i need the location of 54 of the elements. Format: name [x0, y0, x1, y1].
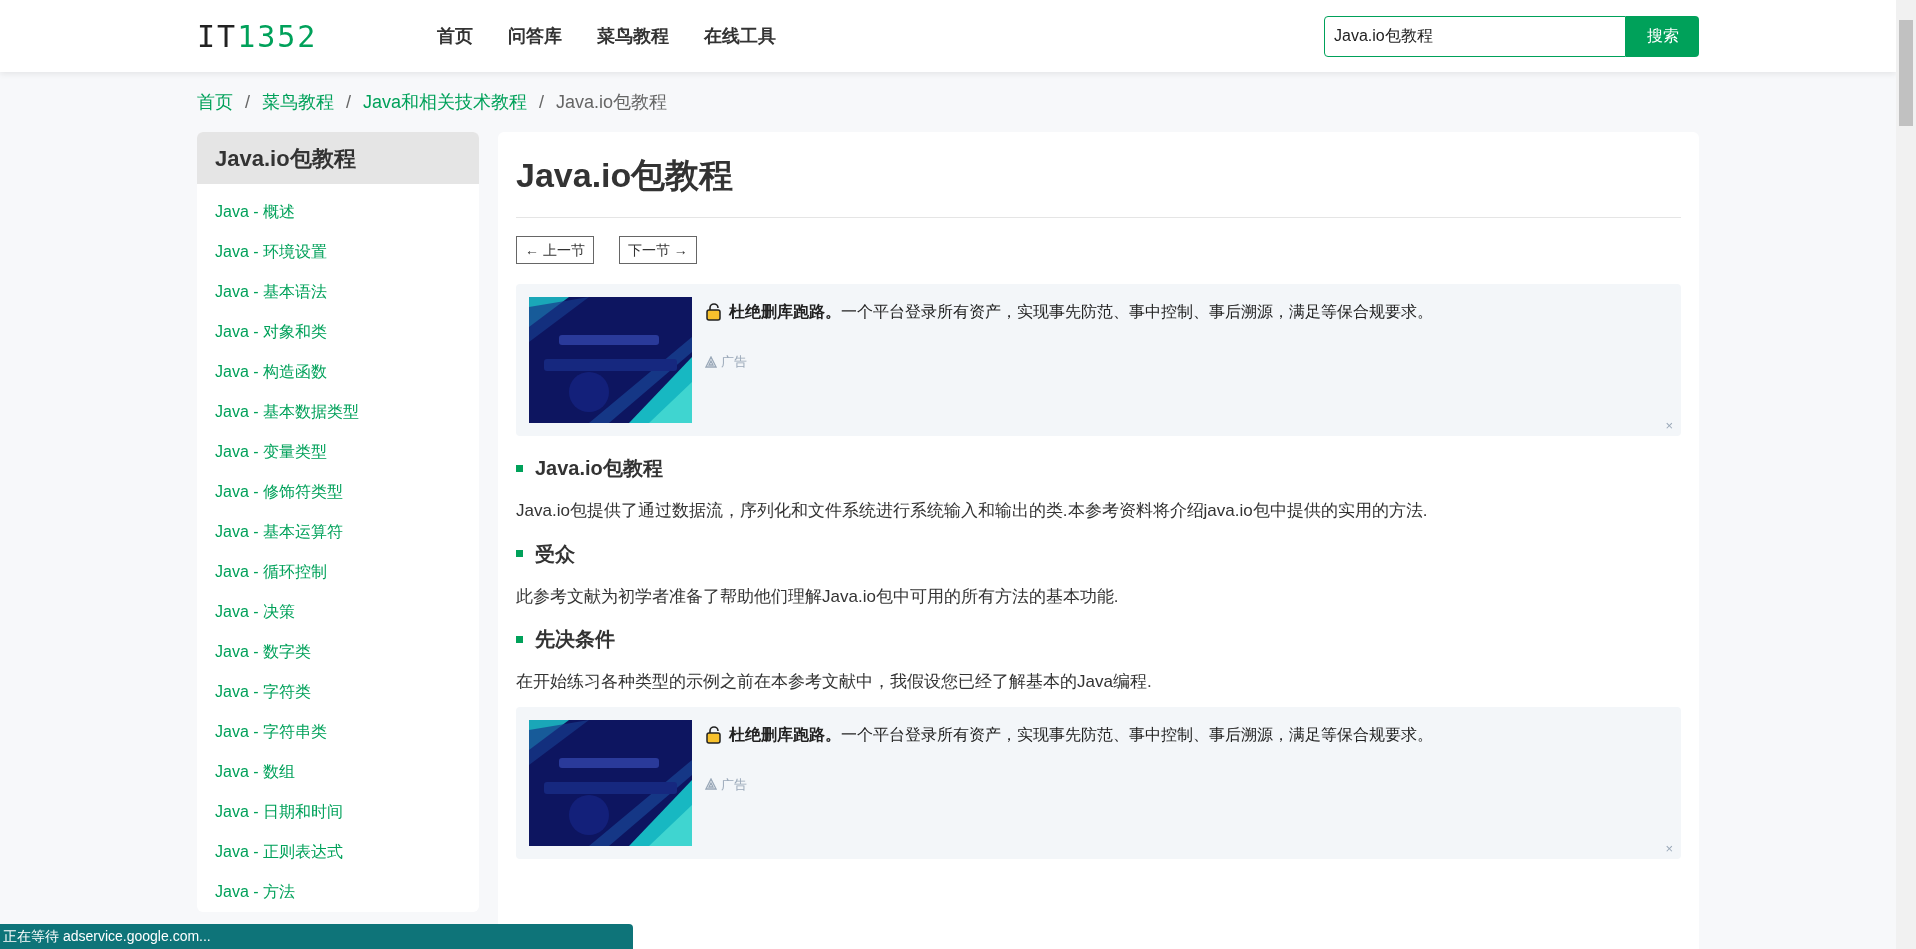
sidebar-link[interactable]: Java - 数字类: [197, 632, 479, 672]
nav-link[interactable]: 菜鸟教程: [597, 22, 669, 50]
ad-label: 广告: [721, 353, 747, 371]
bullet-icon: [516, 550, 523, 557]
close-button[interactable]: ×: [1665, 841, 1673, 855]
breadcrumb-separator: /: [346, 90, 352, 114]
next-button[interactable]: 下一节 →: [618, 236, 697, 264]
nav-link[interactable]: 首页: [437, 22, 473, 50]
sidebar-link[interactable]: Java - 构造函数: [197, 352, 479, 392]
section-heading: 先决条件: [535, 627, 615, 652]
sidebar-link[interactable]: Java - 基本数据类型: [197, 392, 479, 432]
bullet-icon: [516, 464, 523, 472]
status-bar: 正在等待 adservice.google.com...: [0, 924, 633, 949]
search-button[interactable]: 搜索: [1626, 15, 1699, 57]
sidebar-link[interactable]: Java - 字符串类: [197, 712, 479, 752]
breadcrumb-link[interactable]: 首页: [197, 88, 233, 116]
breadcrumb-current: Java.io包教程: [556, 90, 668, 114]
sidebar-link[interactable]: Java - 对象和类: [197, 312, 479, 352]
breadcrumb-link[interactable]: 菜鸟教程: [262, 88, 334, 116]
sidebar-title: Java.io包教程: [197, 132, 479, 184]
ad-text: 杜绝删库跑路。一个平台登录所有资产，实现事先防范、事中控制、事后溯源，满足等保合规要求。: [729, 724, 1433, 745]
sidebar-link[interactable]: Java - 循环控制: [197, 552, 479, 592]
sidebar-link[interactable]: Java - 字符类: [197, 672, 479, 712]
section-text: Java.io包提供了通过数据流，序列化和文件系统进行系统输入和输出的类.本参考资料将介绍java.io包中提供的实用的方法.: [516, 500, 1429, 522]
sidebar-link[interactable]: Java - 变量类型: [197, 432, 479, 472]
ad-label: 广告: [721, 775, 747, 794]
sidebar-link[interactable]: Java - 日期和时间: [197, 792, 479, 832]
lock-icon: [705, 725, 723, 744]
lock-icon: [705, 303, 723, 321]
sidebar-link[interactable]: Java - 数组: [197, 752, 479, 792]
nav-link[interactable]: 在线工具: [704, 22, 776, 50]
sidebar-link[interactable]: Java - 概述: [197, 192, 479, 232]
article-title: Java.io包教程: [516, 132, 1681, 218]
sidebar-link[interactable]: Java - 正则表达式: [197, 832, 479, 872]
sidebar-link[interactable]: Java - 方法: [197, 872, 479, 912]
breadcrumb-separator: /: [245, 90, 250, 114]
search-field[interactable]: Java.io包教程: [1324, 15, 1626, 57]
section-heading: Java.io包教程: [535, 456, 663, 481]
close-button[interactable]: ×: [1665, 419, 1673, 432]
section-heading: 受众: [535, 541, 575, 567]
sidebar-link[interactable]: Java - 修饰符类型: [197, 472, 479, 512]
sidebar-link[interactable]: Java - 基本运算符: [197, 512, 479, 552]
bullet-icon: [516, 635, 523, 643]
section-text: 在开始练习各种类型的示例之前在本参考文献中，我假设您已经了解基本的Java编程.: [516, 671, 1153, 693]
breadcrumb-link[interactable]: Java和相关技术教程: [363, 88, 528, 116]
breadcrumb-separator: /: [539, 90, 545, 114]
prev-button[interactable]: ← 上一节: [516, 236, 594, 264]
sidebar-link[interactable]: Java - 决策: [197, 592, 479, 632]
site-logo[interactable]: IT1352: [197, 13, 437, 59]
nav-link[interactable]: 问答库: [508, 22, 562, 50]
sidebar-link[interactable]: Java - 环境设置: [197, 232, 479, 272]
ad-text: 杜绝删库跑路。一个平台登录所有资产，实现事先防范、事中控制、事后溯源，满足等保合规要求。: [729, 302, 1433, 322]
section-text: 此参考文献为初学者准备了帮助他们理解Java.io包中可用的所有方法的基本功能.: [516, 585, 1120, 608]
sidebar-link[interactable]: Java - 基本语法: [197, 272, 479, 312]
